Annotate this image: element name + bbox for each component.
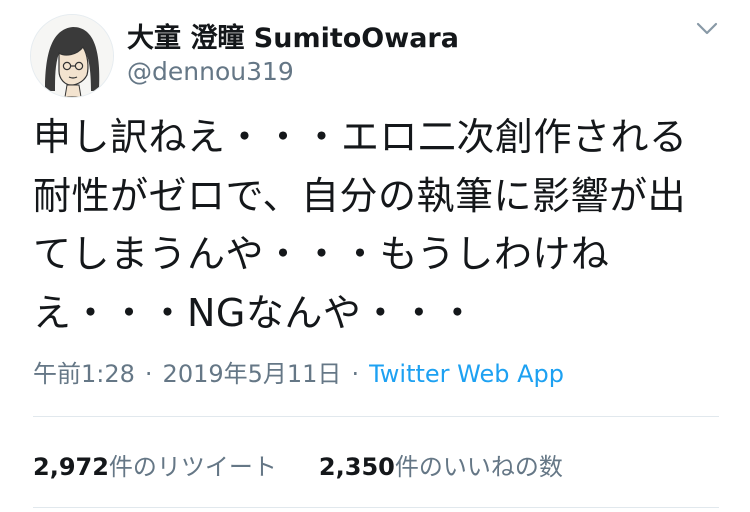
display-name[interactable]: 大童 澄瞳 SumitoOwara bbox=[127, 16, 459, 55]
tweet-text: 申し訳ねえ・・・エロ二次創作される耐性がゼロで、自分の執筆に影響が出てしまうんや… bbox=[33, 115, 688, 335]
divider bbox=[33, 507, 719, 508]
like-label: 件のいいねの数 bbox=[394, 453, 563, 481]
tweet-stats: 2,972件のリツイート 2,350件のいいねの数 bbox=[33, 447, 563, 482]
tweet-source-link[interactable]: Twitter Web App bbox=[369, 360, 564, 388]
chevron-down-icon bbox=[696, 22, 718, 35]
like-count: 2,350 bbox=[318, 453, 395, 481]
tweet-card: 大童 澄瞳 SumitoOwara @dennou319 申し訳ねえ・・・エロ二… bbox=[0, 0, 750, 512]
retweet-count: 2,972 bbox=[33, 453, 109, 481]
tweet-time[interactable]: 午前1:28 bbox=[33, 360, 135, 388]
retweet-count-link[interactable]: 2,972件のリツイート bbox=[33, 447, 277, 482]
tweet-date[interactable]: 2019年5月11日 bbox=[163, 360, 342, 388]
retweet-label: 件のリツイート bbox=[108, 453, 277, 481]
tweet-meta: 午前1:28 · 2019年5月11日 · Twitter Web App bbox=[33, 354, 564, 389]
user-handle[interactable]: @dennou319 bbox=[127, 57, 294, 86]
meta-separator: · bbox=[351, 360, 360, 388]
divider bbox=[33, 416, 719, 417]
meta-separator: · bbox=[144, 360, 153, 388]
avatar-illustration-icon bbox=[31, 15, 113, 97]
like-count-link[interactable]: 2,350件のいいねの数 bbox=[319, 447, 563, 482]
tweet-menu-button[interactable] bbox=[690, 14, 724, 44]
avatar[interactable] bbox=[30, 14, 114, 98]
